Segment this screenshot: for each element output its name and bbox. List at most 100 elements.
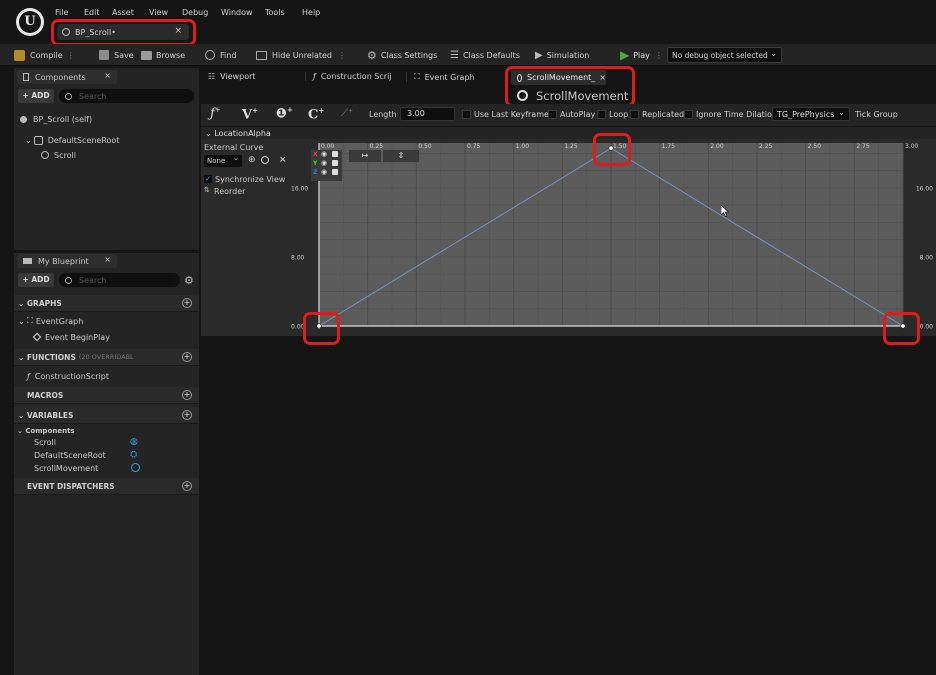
variables-components-category[interactable]: ⌄ Components	[17, 426, 75, 436]
section-event-dispatchers[interactable]: EVENT DISPATCHERS +	[14, 478, 199, 495]
track-header[interactable]: ⌄ LocationAlpha	[201, 127, 936, 139]
tick-group-dropdown[interactable]: TG_PrePhysics ⌄	[772, 107, 850, 121]
play-button[interactable]: ▶ Play ⋮	[620, 48, 663, 62]
my-blueprint-search-input[interactable]: Search	[59, 273, 180, 287]
menu-file[interactable]: File	[55, 8, 68, 17]
variable-scroll[interactable]: Scroll	[34, 438, 56, 447]
add-dispatcher-icon[interactable]: +	[182, 481, 192, 491]
component-scroll[interactable]: Scroll	[41, 150, 76, 160]
use-last-keyframe-checkbox[interactable]	[462, 110, 471, 119]
autoplay-checkbox[interactable]	[548, 110, 557, 119]
tick-group-label: Tick Group	[855, 110, 898, 119]
function-constructionscript[interactable]: ƒ ConstructionScript	[27, 371, 109, 381]
reorder-label: Reorder	[214, 187, 246, 196]
find-button[interactable]: Find	[205, 49, 236, 61]
debug-object-dropdown[interactable]: No debug object selected ⌄	[667, 47, 782, 63]
menu-tools[interactable]: Tools	[265, 8, 285, 17]
reorder-icon[interactable]: ⇅	[204, 186, 210, 194]
unreal-logo[interactable]: U	[16, 8, 44, 36]
use-asset-icon[interactable]: ⊕	[248, 155, 256, 165]
menu-debug[interactable]: Debug	[182, 8, 208, 17]
add-color-track-icon[interactable]: C+	[308, 106, 324, 122]
graph-icon: ⛶	[414, 72, 420, 81]
loop-checkbox[interactable]	[597, 110, 606, 119]
add-vector-track-icon[interactable]: V+	[242, 106, 258, 122]
components-add-button[interactable]: + ADD	[18, 89, 54, 103]
hide-unrelated-button[interactable]: Hide Unrelated ⋮	[256, 49, 346, 61]
tab-viewport[interactable]: ☷ Viewport	[208, 72, 256, 81]
class-settings-button[interactable]: ⚙ Class Settings	[367, 48, 437, 62]
add-float-track-icon[interactable]: ƒ+	[210, 106, 221, 121]
variable-defaultsceneroot[interactable]: DefaultSceneRoot	[34, 451, 106, 460]
menu-window[interactable]: Window	[221, 8, 253, 17]
folder-icon	[141, 50, 152, 60]
sync-view-checkbox[interactable]: ✓	[204, 175, 212, 183]
event-beginplay[interactable]: Event BeginPlay	[32, 332, 110, 342]
add-function-icon[interactable]: +	[182, 352, 192, 362]
curve-graph[interactable]: 0.00 0.25 0.50 0.75 1.00 1.25 1.50 1.75 2.00 2.25…	[290, 139, 936, 336]
save-button[interactable]: Save	[99, 49, 134, 61]
zoom-to-fit-horizontal-button[interactable]: ↦	[349, 150, 381, 162]
mesh-icon	[41, 151, 49, 159]
lock-z-icon[interactable]	[332, 169, 338, 175]
close-icon[interactable]: ×	[104, 71, 111, 80]
eye-x-icon[interactable]: ◉	[321, 150, 327, 158]
external-curve-dropdown[interactable]: None ⌄	[204, 154, 242, 167]
add-event-track-icon[interactable]: ❶+	[276, 106, 293, 121]
viewport-icon: ☷	[208, 72, 216, 81]
section-variables[interactable]: ⌄ VARIABLES +	[14, 407, 199, 424]
axis-y-label: Y	[313, 160, 318, 167]
tab-construction-script[interactable]: ƒ Construction Scrij	[305, 72, 400, 81]
clear-asset-icon[interactable]: ×	[279, 155, 287, 165]
zoom-to-fit-vertical-button[interactable]: ⇕	[383, 150, 419, 162]
compile-button[interactable]: Compile ⋮	[14, 49, 75, 61]
my-blueprint-add-button[interactable]: + ADD	[18, 273, 54, 287]
close-icon[interactable]: ×	[104, 255, 111, 264]
find-icon	[205, 50, 215, 60]
component-self[interactable]: BP_Scroll (self)	[20, 114, 92, 124]
add-macro-icon[interactable]: +	[182, 390, 192, 400]
graph-eventgraph[interactable]: ⌄ ⛶ EventGraph	[18, 316, 83, 326]
variable-scrollmovement[interactable]: ScrollMovement	[34, 464, 98, 473]
browse-asset-icon[interactable]	[261, 156, 269, 164]
section-graphs[interactable]: ⌄ GRAPHS +	[14, 295, 199, 312]
menu-view[interactable]: View	[149, 8, 168, 17]
blueprint-book-icon	[23, 258, 32, 264]
lock-y-icon[interactable]	[332, 160, 338, 166]
lock-x-icon[interactable]	[332, 151, 338, 157]
length-input[interactable]: 3.00	[400, 107, 455, 121]
settings-gear-icon[interactable]: ⚙	[184, 274, 194, 287]
component-root[interactable]: ⌄ DefaultSceneRoot	[25, 135, 119, 145]
search-icon	[65, 276, 72, 284]
section-functions[interactable]: ⌄ FUNCTIONS (20 OVERRIDABL +	[14, 349, 199, 366]
my-blueprint-tab[interactable]: My Blueprint ×	[17, 254, 117, 268]
section-macros[interactable]: MACROS +	[14, 387, 199, 404]
components-search-input[interactable]: Search	[59, 89, 194, 103]
menu-edit[interactable]: Edit	[84, 8, 100, 17]
browse-button[interactable]: Browse	[141, 49, 185, 61]
expand-chevron-icon[interactable]: ⌄	[25, 136, 32, 145]
x-tick-label: 0.50	[418, 143, 432, 150]
simulation-button[interactable]: ▶ Simulation	[535, 49, 589, 61]
gear-icon: ⚙	[367, 48, 377, 62]
eye-z-icon[interactable]: ◉	[321, 168, 327, 176]
use-last-keyframe-label: Use Last Keyframe	[474, 110, 549, 119]
event-icon	[32, 332, 42, 342]
components-tab[interactable]: Components ×	[17, 70, 117, 84]
replicated-checkbox[interactable]	[630, 110, 639, 119]
ignore-time-dilation-checkbox[interactable]	[684, 110, 693, 119]
x-tick-label: 2.50	[808, 143, 822, 150]
eye-y-icon[interactable]: ◉	[321, 159, 327, 167]
menu-asset[interactable]: Asset	[112, 8, 134, 17]
add-variable-icon[interactable]: +	[182, 410, 192, 420]
chevron-down-icon: ⌄	[770, 49, 777, 58]
add-curve-asset-icon[interactable]: ⟋⁺	[341, 108, 353, 119]
search-icon	[65, 92, 72, 100]
x-tick-label: 2.75	[856, 143, 870, 150]
menu-help[interactable]: Help	[302, 8, 320, 17]
autoplay-label: AutoPlay	[560, 110, 596, 119]
class-defaults-button[interactable]: ☰ Class Defaults	[450, 49, 520, 61]
add-graph-icon[interactable]: +	[182, 298, 192, 308]
tab-event-graph[interactable]: ⛶ Event Graph	[406, 72, 475, 82]
highlight-scroll-movement	[505, 66, 635, 107]
